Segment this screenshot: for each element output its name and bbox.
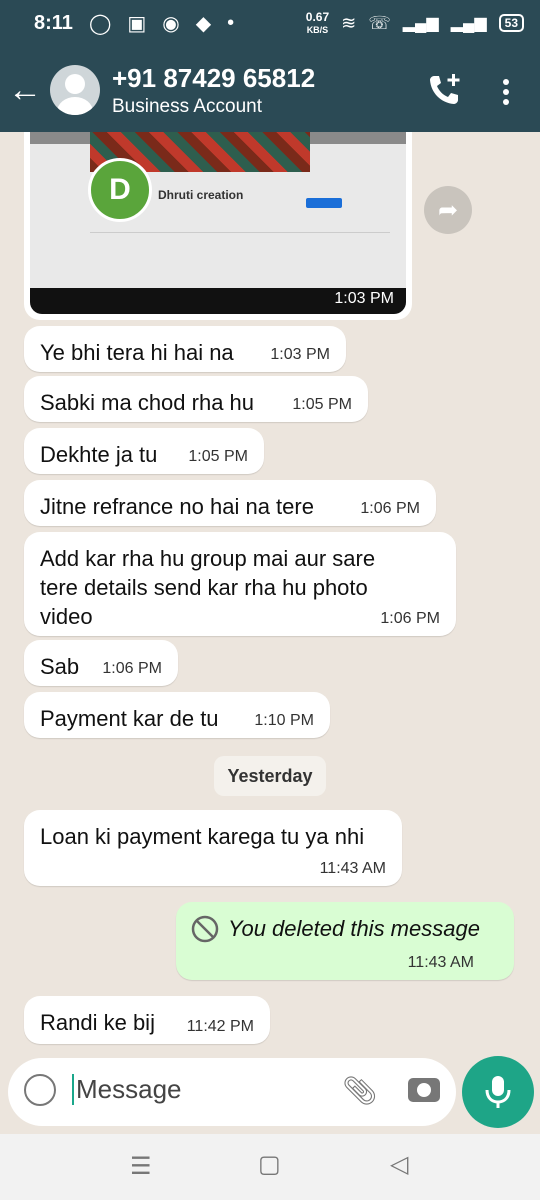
battery-icon: 53 <box>498 14 524 32</box>
message-input[interactable]: Message <box>72 1074 182 1105</box>
message-text: Randi ke bij <box>40 1010 155 1035</box>
message-bubble[interactable]: Add kar rha hu group mai aur sare tere d… <box>24 532 456 636</box>
date-divider: Yesterday <box>214 756 326 796</box>
status-time: 8:11 <box>34 11 73 34</box>
message-time: 1:03 PM <box>270 346 330 363</box>
profile-name: Dhruti creation <box>158 188 244 202</box>
message-bubble[interactable]: Randi ke bij 11:42 PM <box>24 996 270 1044</box>
system-nav-bar: ☰ ▢ ◁ <box>0 1134 540 1200</box>
deleted-message-bubble[interactable]: You deleted this message 11:43 AM <box>176 902 514 980</box>
message-text: Dekhte ja tu <box>40 442 158 467</box>
whatsapp-icon: ◯ <box>88 12 112 35</box>
back-arrow-icon[interactable]: ← <box>0 65 50 115</box>
wifi-icon: ≋ <box>341 12 357 33</box>
message-text: Jitne refrance no hai na tere <box>40 494 314 519</box>
message-text: Sabki ma chod rha hu <box>40 390 255 415</box>
message-bubble[interactable]: Ye bhi tera hi hai na 1:03 PM <box>24 326 346 372</box>
message-time: 11:43 AM <box>319 860 386 877</box>
notification-icons: ◯ ▣ ◉ ◆ • <box>89 11 234 36</box>
message-text: You deleted this message <box>228 916 480 941</box>
dot-icon: • <box>227 11 235 34</box>
net-speed: 0.67 KB/S <box>305 9 330 35</box>
top-bar: 8:11 ◯ ▣ ◉ ◆ • 0.67 KB/S ≋ ☏ ▂▄▆ ▂▄▆ 53 … <box>0 0 540 132</box>
app-icon: ◉ <box>162 12 180 35</box>
back-icon[interactable]: ◁ <box>390 1150 408 1179</box>
message-text: Sab <box>40 654 80 679</box>
message-bubble[interactable]: Sabki ma chod rha hu 1:05 PM <box>24 376 368 422</box>
forward-icon[interactable]: ➦ <box>424 186 472 234</box>
message-time: 1:06 PM <box>360 500 420 517</box>
message-time: 11:43 AM <box>407 954 474 971</box>
message-time: 1:05 PM <box>188 448 248 465</box>
chat-header: ← +91 87429 65812 Business Account <box>0 52 540 128</box>
emoji-icon[interactable] <box>24 1074 56 1106</box>
home-icon[interactable]: ▢ <box>258 1150 281 1179</box>
image-message[interactable]: D Dhruti creation 1:03 PM <box>24 132 412 320</box>
status-right: 0.67 KB/S ≋ ☏ ▂▄▆ ▂▄▆ 53 <box>306 11 524 36</box>
message-text: Payment kar de tu <box>40 706 219 731</box>
message-time: 1:05 PM <box>292 396 352 413</box>
message-bubble[interactable]: Jitne refrance no hai na tere 1:06 PM <box>24 480 436 526</box>
message-bubble[interactable]: Dekhte ja tu 1:05 PM <box>24 428 264 474</box>
message-time: 11:42 PM <box>186 1018 254 1035</box>
message-bubble[interactable]: Payment kar de tu 1:10 PM <box>24 692 330 738</box>
message-time: 1:06 PM <box>380 610 440 627</box>
signal-icon-2: ▂▄▆ <box>450 15 487 32</box>
more-options-icon[interactable] <box>500 78 512 106</box>
profile-avatar: D <box>88 158 152 222</box>
message-time: 1:06 PM <box>102 660 162 677</box>
avatar[interactable] <box>50 65 100 115</box>
notification-icon: ▣ <box>127 12 147 35</box>
add-call-icon[interactable] <box>426 72 462 108</box>
message-bubble[interactable]: Loan ki payment karega tu ya nhi 11:43 A… <box>24 810 402 886</box>
contact-subtitle: Business Account <box>112 95 262 117</box>
camera-icon[interactable] <box>408 1078 440 1102</box>
profile-tabs-divider <box>90 232 390 233</box>
message-button <box>306 198 342 208</box>
screenshot-photo[interactable]: D Dhruti creation 1:03 PM <box>30 132 406 314</box>
contact-info[interactable]: +91 87429 65812 Business Account <box>112 63 315 118</box>
blocked-icon <box>191 915 219 943</box>
app-icon-2: ◆ <box>195 12 212 35</box>
message-composer[interactable]: Message 📎︎ <box>8 1058 456 1126</box>
message-bubble[interactable]: Sab 1:06 PM <box>24 640 178 686</box>
message-text: Loan ki payment karega tu ya nhi <box>40 824 365 849</box>
recent-apps-icon[interactable]: ☰ <box>130 1152 152 1181</box>
message-time: 1:03 PM <box>334 290 394 307</box>
mic-icon <box>485 1076 511 1108</box>
signal-icon: ▂▄▆ <box>402 15 439 32</box>
contact-name: +91 87429 65812 <box>112 62 316 93</box>
message-text: Ye bhi tera hi hai na <box>40 340 234 365</box>
message-text: Add kar rha hu group mai aur sare tere d… <box>40 546 376 629</box>
volte-call-icon: ☏ <box>368 12 391 33</box>
message-time: 1:10 PM <box>254 712 314 729</box>
mic-button[interactable] <box>462 1056 534 1128</box>
attach-icon[interactable]: 📎︎ <box>342 1074 378 1107</box>
status-bar: 8:11 ◯ ▣ ◉ ◆ • 0.67 KB/S ≋ ☏ ▂▄▆ ▂▄▆ 53 <box>0 0 540 46</box>
